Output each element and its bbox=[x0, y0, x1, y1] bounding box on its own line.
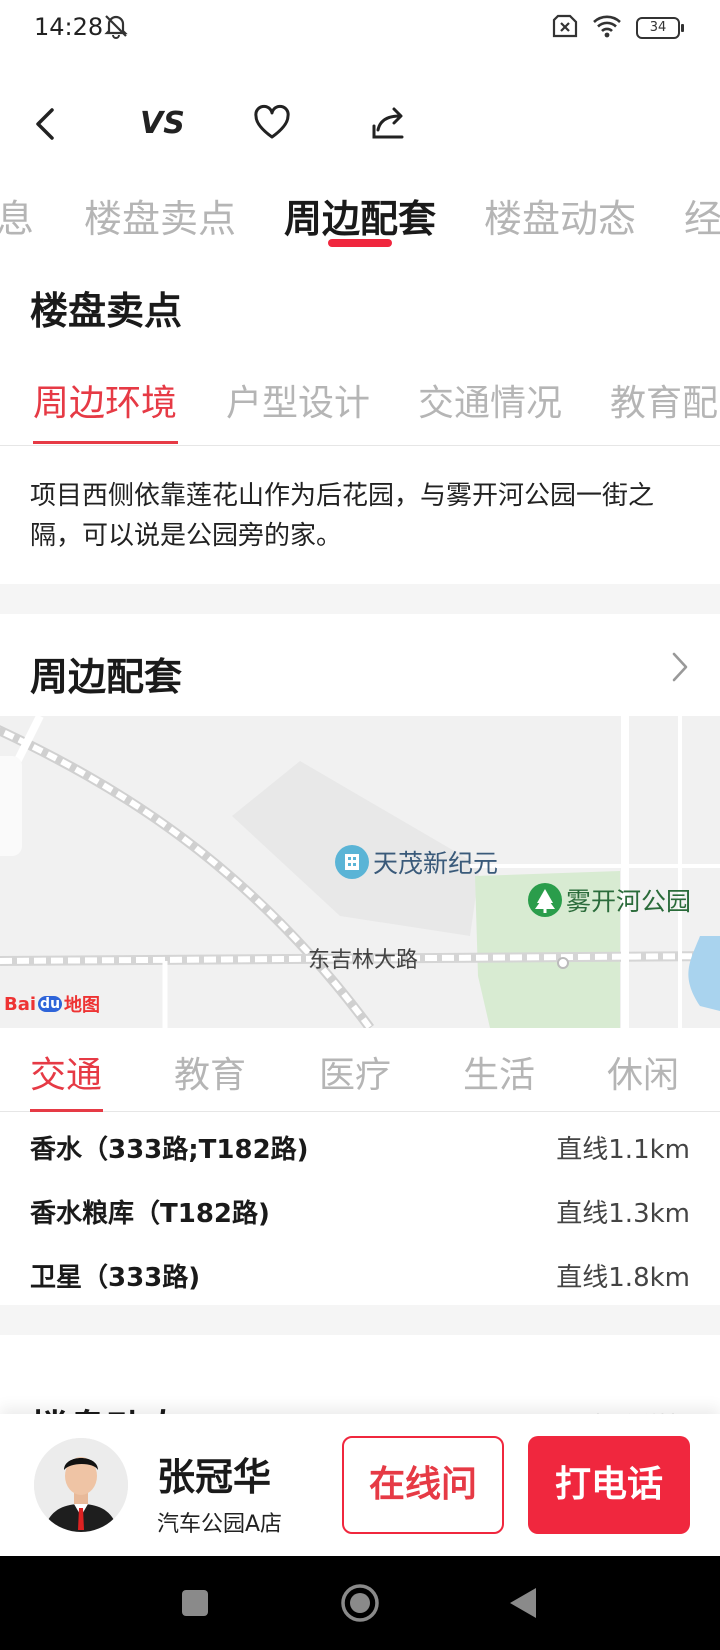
cat-tab-education[interactable]: 教育 bbox=[174, 1046, 246, 1098]
selling-point-description: 项目西侧依靠莲花山作为后花园，与雾开河公园一街之隔，可以说是公园旁的家。 bbox=[30, 481, 655, 551]
cat-tab-medical[interactable]: 医疗 bbox=[319, 1046, 391, 1098]
recent-apps-icon[interactable] bbox=[181, 1589, 209, 1621]
tab-surroundings[interactable]: 周边配套 bbox=[284, 188, 436, 243]
avatar[interactable] bbox=[34, 1438, 128, 1532]
section-tabs: 息 楼盘卖点 周边配套 楼盘动态 经 bbox=[0, 180, 720, 252]
logo-text: Bai bbox=[4, 993, 37, 1015]
stop-distance: 直线1.3km bbox=[556, 1199, 690, 1229]
tab-selling-points[interactable]: 楼盘卖点 bbox=[84, 188, 236, 243]
surroundings-map[interactable]: 天茂新纪元 雾开河公园 东吉林大路 Bai du 地图 bbox=[0, 716, 720, 1028]
selling-points-title: 楼盘卖点 bbox=[30, 289, 183, 333]
section-divider bbox=[0, 584, 720, 614]
tab-news[interactable]: 楼盘动态 bbox=[484, 188, 636, 243]
road-label: 东吉林大路 bbox=[308, 948, 419, 973]
system-nav-bar bbox=[0, 1556, 720, 1650]
poi-tianmao[interactable]: 天茂新纪元 bbox=[335, 844, 498, 880]
stop-name: 卫星（333路) bbox=[30, 1263, 201, 1293]
list-item: 卫星（333路) 直线1.8km bbox=[30, 1257, 690, 1297]
battery-indicator: 34 bbox=[636, 17, 684, 39]
wifi-icon bbox=[592, 14, 622, 42]
stop-name: 香水粮库（T182路) bbox=[30, 1199, 270, 1229]
list-item: 香水粮库（T182路) 直线1.3km bbox=[30, 1193, 690, 1233]
muted-bell-icon bbox=[102, 12, 130, 44]
cat-tab-leisure[interactable]: 休闲 bbox=[607, 1046, 679, 1098]
agent-contact-bar: 张冠华 汽车公园A店 在线问 打电话 bbox=[0, 1414, 720, 1556]
building-icon bbox=[335, 845, 369, 879]
chevron-right-icon[interactable] bbox=[670, 650, 690, 688]
cat-active-indicator bbox=[30, 1109, 103, 1112]
compare-vs-button[interactable]: VS bbox=[140, 106, 185, 141]
sp-tab-education[interactable]: 教育配 bbox=[610, 374, 718, 426]
cat-tab-traffic[interactable]: 交通 bbox=[30, 1046, 102, 1098]
back-triangle-icon[interactable] bbox=[508, 1586, 538, 1624]
status-time: 14:28 bbox=[34, 13, 104, 41]
category-tabs: 交通 教育 医疗 生活 休闲 bbox=[0, 1028, 720, 1112]
baidu-map-logo: Bai du 地图 bbox=[4, 991, 100, 1017]
stop-distance: 直线1.1km bbox=[556, 1135, 690, 1165]
heart-icon[interactable] bbox=[253, 104, 291, 146]
active-tab-indicator bbox=[328, 239, 392, 247]
tab-agent[interactable]: 经 bbox=[684, 188, 720, 243]
logo-paw: du bbox=[38, 996, 63, 1012]
logo-map-text: 地图 bbox=[64, 995, 101, 1016]
sim-error-icon bbox=[552, 14, 578, 42]
share-icon[interactable] bbox=[370, 104, 408, 146]
sp-tab-environment[interactable]: 周边环境 bbox=[33, 374, 177, 426]
status-bar: 14:28 34 bbox=[0, 0, 720, 56]
back-arrow-icon[interactable] bbox=[28, 104, 64, 148]
sp-tab-traffic[interactable]: 交通情况 bbox=[418, 374, 562, 426]
online-chat-button[interactable]: 在线问 bbox=[342, 1436, 504, 1534]
selling-point-tabs: 周边环境 户型设计 交通情况 教育配 bbox=[0, 366, 720, 446]
sp-tab-layout[interactable]: 户型设计 bbox=[226, 374, 370, 426]
call-button[interactable]: 打电话 bbox=[528, 1436, 690, 1534]
section-divider bbox=[0, 1305, 720, 1335]
poi-label: 天茂新纪元 bbox=[373, 849, 499, 878]
agent-store: 汽车公园A店 bbox=[157, 1512, 283, 1537]
top-nav: VS bbox=[0, 90, 720, 160]
home-icon[interactable] bbox=[340, 1583, 380, 1627]
tab-info[interactable]: 息 bbox=[0, 188, 34, 243]
stop-name: 香水（333路;T182路) bbox=[30, 1135, 309, 1165]
tree-icon bbox=[528, 883, 562, 917]
list-item: 香水（333路;T182路) 直线1.1km bbox=[30, 1129, 690, 1169]
poi-label: 雾开河公园 bbox=[566, 887, 692, 916]
cat-tab-life[interactable]: 生活 bbox=[463, 1046, 535, 1098]
surroundings-title: 周边配套 bbox=[30, 655, 183, 699]
sp-active-indicator bbox=[33, 441, 178, 444]
stop-distance: 直线1.8km bbox=[556, 1263, 690, 1293]
agent-name: 张冠华 bbox=[157, 1455, 272, 1499]
poi-park[interactable]: 雾开河公园 bbox=[528, 882, 691, 918]
